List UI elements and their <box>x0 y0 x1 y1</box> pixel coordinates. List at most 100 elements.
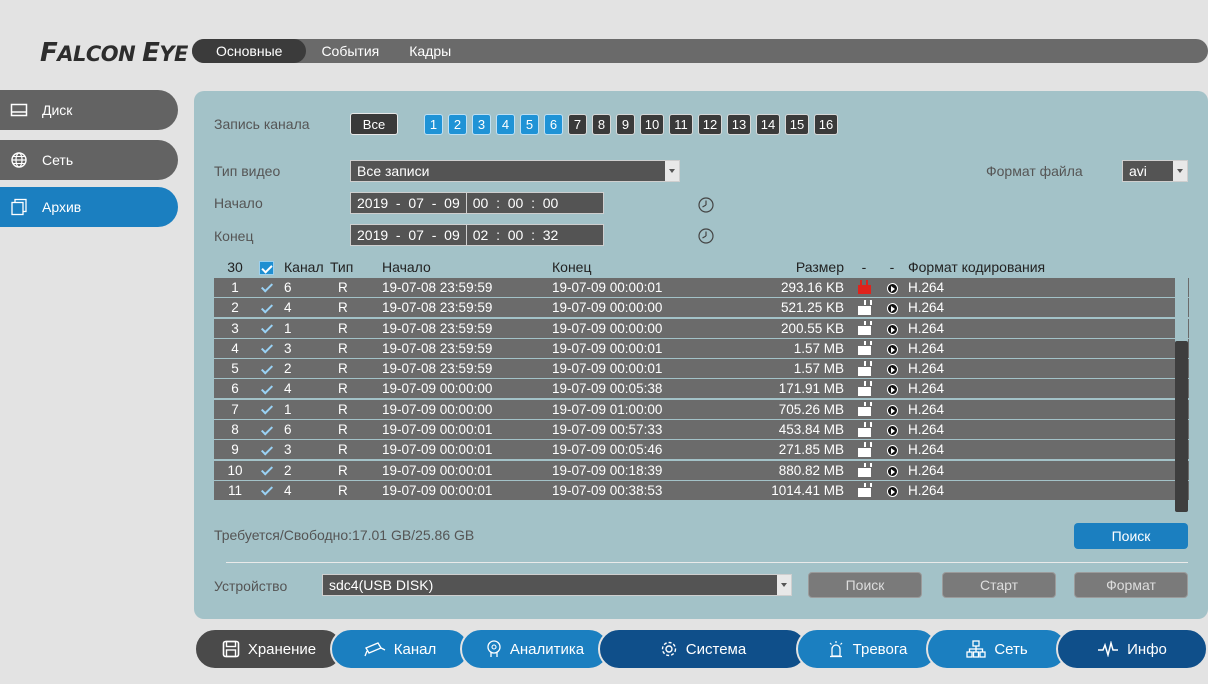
row-lock[interactable] <box>850 381 878 396</box>
row-checkbox[interactable] <box>256 361 284 376</box>
row-size: 880.82 MB <box>778 462 844 478</box>
table-row[interactable]: 7 1 R 19-07-09 00:00:00 19-07-09 01:00:00 705… <box>214 399 1189 420</box>
row-play[interactable] <box>878 402 906 417</box>
row-lock[interactable] <box>850 401 878 417</box>
nav-info[interactable]: Инфо <box>1056 628 1208 670</box>
row-codec: H.264 <box>908 300 945 316</box>
video-type-select[interactable]: Все записи <box>350 160 680 182</box>
search-button[interactable]: Поиск <box>1074 523 1188 549</box>
row-checkbox[interactable] <box>256 321 284 336</box>
row-checkbox[interactable] <box>256 463 284 478</box>
row-checkbox[interactable] <box>256 422 284 437</box>
scrollbar-thumb[interactable] <box>1175 341 1188 512</box>
tab-snapshots[interactable]: Кадры <box>394 39 466 63</box>
table-row[interactable]: 5 2 R 19-07-08 23:59:59 19-07-09 00:00:01 1.5… <box>214 359 1189 380</box>
channel-button-14[interactable]: 14 <box>756 114 780 135</box>
clock-icon[interactable] <box>698 197 714 213</box>
row-play[interactable] <box>878 483 906 498</box>
row-play[interactable] <box>878 442 906 457</box>
row-lock[interactable] <box>850 300 878 315</box>
row-play[interactable] <box>878 381 906 396</box>
table-row[interactable]: 3 1 R 19-07-08 23:59:59 19-07-09 00:00:00 200… <box>214 318 1189 339</box>
row-start: 19-07-09 00:00:01 <box>382 482 493 498</box>
row-lock[interactable] <box>850 422 878 437</box>
table-row[interactable]: 11 4 R 19-07-09 00:00:01 19-07-09 00:38:53 10… <box>214 480 1189 501</box>
channel-button-9[interactable]: 9 <box>616 114 635 135</box>
checkmark-icon <box>259 364 273 376</box>
channel-button-15[interactable]: 15 <box>785 114 809 135</box>
table-row[interactable]: 1 6 R 19-07-08 23:59:59 19-07-09 00:00:01 293… <box>214 278 1189 298</box>
row-play[interactable] <box>878 341 906 356</box>
select-all-checkbox[interactable] <box>256 259 284 276</box>
table-row[interactable]: 8 6 R 19-07-09 00:00:01 19-07-09 00:57:33 453… <box>214 420 1189 441</box>
table-row[interactable]: 6 4 R 19-07-09 00:00:00 19-07-09 00:05:38 171… <box>214 379 1189 400</box>
channel-button-4[interactable]: 4 <box>496 114 515 135</box>
device-search-button[interactable]: Поиск <box>808 572 922 598</box>
row-codec: H.264 <box>908 280 945 295</box>
row-lock[interactable] <box>850 462 878 478</box>
chevron-down-icon <box>1173 161 1187 181</box>
row-end: 19-07-09 00:00:01 <box>552 280 663 295</box>
row-lock[interactable] <box>850 442 878 457</box>
channel-button-12[interactable]: 12 <box>698 114 722 135</box>
tab-events[interactable]: События <box>306 39 394 63</box>
row-lock[interactable] <box>850 340 878 356</box>
row-checkbox[interactable] <box>256 483 284 498</box>
end-datetime-input[interactable]: 2019 - 07 - 09 02 : 00 : 32 <box>350 224 604 246</box>
row-play[interactable] <box>878 280 906 295</box>
channel-button-2[interactable]: 2 <box>448 114 467 135</box>
table-row[interactable]: 4 3 R 19-07-08 23:59:59 19-07-09 00:00:01 1.5… <box>214 338 1189 359</box>
nav-channel[interactable]: Канал <box>330 628 470 670</box>
channel-button-8[interactable]: 8 <box>592 114 611 135</box>
row-checkbox[interactable] <box>256 280 284 295</box>
sidebar-item-network[interactable]: Сеть <box>0 140 178 180</box>
nav-storage[interactable]: Хранение <box>194 628 344 670</box>
format-button[interactable]: Формат <box>1074 572 1188 598</box>
checkmark-icon <box>259 282 273 294</box>
row-checkbox[interactable] <box>256 341 284 356</box>
row-play[interactable] <box>878 361 906 376</box>
nav-label: Канал <box>393 640 437 658</box>
channel-button-13[interactable]: 13 <box>727 114 751 135</box>
row-checkbox[interactable] <box>256 402 284 417</box>
row-number: 8 <box>231 422 239 438</box>
channel-button-16[interactable]: 16 <box>814 114 838 135</box>
row-lock[interactable] <box>850 482 878 498</box>
sidebar-item-archive[interactable]: Архив <box>0 187 178 227</box>
table-row[interactable]: 2 4 R 19-07-08 23:59:59 19-07-09 00:00:00 521… <box>214 298 1189 319</box>
row-lock[interactable] <box>850 361 878 376</box>
row-checkbox[interactable] <box>256 381 284 396</box>
row-checkbox[interactable] <box>256 442 284 457</box>
table-row[interactable]: 9 3 R 19-07-09 00:00:01 19-07-09 00:05:46 271… <box>214 440 1189 461</box>
channel-button-11[interactable]: 11 <box>669 114 693 135</box>
device-select[interactable]: sdc4(USB DISK) <box>322 574 792 596</box>
start-button[interactable]: Старт <box>942 572 1056 598</box>
channel-button-7[interactable]: 7 <box>568 114 587 135</box>
table-row[interactable]: 10 2 R 19-07-09 00:00:01 19-07-09 00:18:39 88… <box>214 460 1189 481</box>
play-icon <box>886 343 898 355</box>
row-play[interactable] <box>878 321 906 336</box>
network-globe-icon <box>11 152 27 168</box>
sidebar-item-disk[interactable]: Диск <box>0 90 178 130</box>
nav-system[interactable]: Система <box>598 628 808 670</box>
row-lock[interactable] <box>850 280 878 295</box>
tab-basic[interactable]: Основные <box>192 39 307 63</box>
all-channels-button[interactable]: Все <box>350 113 398 135</box>
channel-button-5[interactable]: 5 <box>520 114 539 135</box>
channel-button-1[interactable]: 1 <box>424 114 443 135</box>
channel-button-3[interactable]: 3 <box>472 114 491 135</box>
channel-button-6[interactable]: 6 <box>544 114 563 135</box>
row-play[interactable] <box>878 300 906 315</box>
channel-button-10[interactable]: 10 <box>640 114 664 135</box>
table-scrollbar[interactable] <box>1175 277 1188 512</box>
nav-analytics[interactable]: Аналитика <box>460 628 610 670</box>
clock-icon[interactable] <box>698 228 714 244</box>
row-play[interactable] <box>878 422 906 437</box>
row-play[interactable] <box>878 463 906 478</box>
nav-alarm[interactable]: Тревога <box>796 628 938 670</box>
nav-network[interactable]: Сеть <box>926 628 1068 670</box>
row-lock[interactable] <box>850 320 878 336</box>
file-format-select[interactable]: avi <box>1122 160 1188 182</box>
start-datetime-input[interactable]: 2019 - 07 - 09 00 : 00 : 00 <box>350 192 604 214</box>
row-checkbox[interactable] <box>256 300 284 315</box>
